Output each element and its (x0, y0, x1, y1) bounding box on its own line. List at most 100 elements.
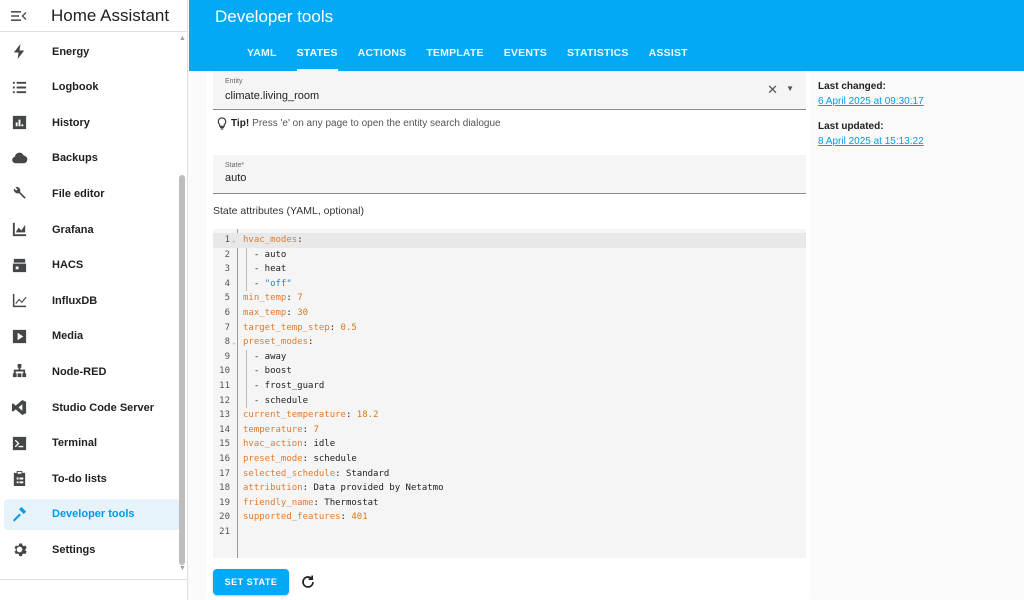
fold-chevron-icon[interactable]: ⌄ (232, 234, 236, 249)
cog-icon (4, 541, 34, 558)
code-token: 7 (313, 424, 319, 435)
line-number: 1 (224, 235, 230, 245)
sidebar-item-settings[interactable]: Settings (4, 534, 180, 565)
scroll-down-arrow[interactable]: ▼ (179, 565, 186, 572)
sidebar-header: Home Assistant (0, 0, 187, 32)
set-state-button[interactable]: SET STATE (213, 569, 289, 595)
lightbulb-icon (217, 117, 227, 130)
sidebar-item-label: Grafana (52, 223, 94, 236)
code-line: 17 selected_schedule: Standard (213, 467, 806, 482)
code-line: 10 - boost (213, 364, 806, 379)
tab-events[interactable]: EVENTS (504, 44, 547, 71)
tab-template[interactable]: TEMPLATE (426, 44, 483, 71)
action-row: SET STATE (213, 569, 316, 595)
yaml-editor[interactable]: 1 ⌄ hvac_modes: 2 - auto 3 - heat 4 - "off" 5 m… (213, 229, 806, 558)
code-text: current_temperature: 18.2 (243, 408, 378, 423)
sidebar-item-history[interactable]: History (4, 107, 180, 138)
code-text: hvac_action: idle (243, 437, 335, 452)
sidebar-item-label: Terminal (52, 437, 98, 450)
last-changed-link[interactable]: 6 April 2025 at 09:30:17 (818, 96, 924, 107)
last-changed-block: Last changed: 6 April 2025 at 09:30:17 (818, 81, 924, 107)
code-token: : idle (302, 439, 336, 450)
code-line: 13 current_temperature: 18.2 (213, 408, 806, 423)
code-text: target_temp_step: 0.5 (243, 321, 357, 336)
code-token: temperature (243, 424, 303, 435)
code-token: : (340, 512, 352, 523)
tab-statistics[interactable]: STATISTICS (567, 44, 629, 71)
code-token: 18.2 (356, 410, 379, 421)
sidebar-item-label: Studio Code Server (52, 401, 155, 414)
code-token: preset_modes (243, 337, 309, 348)
sidebar-item-label: Media (52, 330, 84, 343)
sidebar-item-media[interactable]: Media (4, 321, 180, 352)
entity-value[interactable]: climate.living_room (225, 90, 319, 102)
line-number: 8 (224, 337, 230, 348)
code-text: min_temp: 7 (243, 291, 303, 306)
sidebar-item-label: Energy (52, 45, 90, 58)
tip-row: Tip! Press 'e' on any page to open the e… (216, 117, 501, 130)
code-token: selected_schedule (243, 468, 336, 479)
code-token: - schedule (243, 395, 309, 406)
sidebar-item-label: HACS (52, 259, 84, 272)
state-value[interactable]: auto (225, 172, 246, 184)
cloud-icon (4, 150, 34, 167)
sidebar-item-to-do-lists[interactable]: To-do lists (4, 463, 180, 494)
sidebar-item-developer-tools[interactable]: Developer tools (4, 498, 180, 530)
sidebar-item-label: File editor (52, 187, 105, 200)
code-line: 16 preset_mode: schedule (213, 452, 806, 467)
chart-areaspline-icon (4, 221, 34, 238)
dropdown-arrow-icon[interactable]: ▼ (786, 84, 794, 93)
sidebar-item-influxdb[interactable]: InfluxDB (4, 285, 180, 316)
line-number: 18 (219, 483, 230, 494)
vscode-icon (4, 399, 34, 416)
tab-states[interactable]: STATES (296, 44, 338, 71)
sidebar-item-node-red[interactable]: Node-RED (4, 356, 180, 387)
line-number: 13 (219, 410, 230, 421)
refresh-icon[interactable] (300, 574, 316, 590)
entity-picker[interactable]: Entity climate.living_room ✕ ▼ (213, 71, 806, 110)
code-line: 20 supported_features: 401 (213, 510, 806, 525)
clipboard-list-icon (4, 470, 34, 487)
sidebar-item-label: History (52, 116, 90, 129)
attributes-label: State attributes (YAML, optional) (213, 205, 364, 217)
code-text: - "off" (243, 277, 292, 292)
sidebar-item-terminal[interactable]: Terminal (4, 428, 180, 459)
sidebar-item-backups[interactable]: Backups (4, 143, 180, 174)
sidebar-item-hacs[interactable]: HACS (4, 250, 180, 281)
tab-yaml[interactable]: YAML (247, 44, 277, 71)
fold-chevron-icon[interactable]: ⌄ (232, 336, 236, 351)
sidebar-item-file-editor[interactable]: File editor (4, 178, 180, 209)
code-token: : (308, 337, 314, 348)
code-line: 1 ⌄ hvac_modes: (213, 233, 806, 248)
menu-collapse-icon[interactable] (0, 9, 38, 23)
sidebar-scrollbar[interactable] (179, 175, 185, 565)
chart-box-icon (4, 114, 34, 131)
sidebar: Home Assistant Energy Logbook History Backu… (0, 0, 188, 600)
scroll-up-arrow[interactable]: ▲ (179, 35, 186, 42)
code-token: : Data provided by Netatmo (302, 483, 444, 494)
code-text: selected_schedule: Standard (243, 467, 389, 482)
line-number: 4 (224, 278, 230, 289)
code-line: 7 target_temp_step: 0.5 (213, 321, 806, 336)
sidebar-item-studio-code-server[interactable]: Studio Code Server (4, 392, 180, 423)
code-token: hvac_action (243, 439, 303, 450)
tab-assist[interactable]: ASSIST (649, 44, 688, 71)
state-field[interactable]: State* auto (213, 155, 806, 194)
line-number: 14 (219, 424, 230, 435)
console-icon (4, 435, 34, 452)
sidebar-item-logbook[interactable]: Logbook (4, 72, 180, 103)
state-label: State* (225, 162, 245, 169)
code-token: : (345, 410, 357, 421)
code-line: 3 - heat (213, 262, 806, 277)
tab-actions[interactable]: ACTIONS (358, 44, 407, 71)
sidebar-item-energy[interactable]: Energy (4, 36, 180, 67)
code-text: - heat (243, 262, 287, 277)
tip-text: Press 'e' on any page to open the entity… (252, 118, 501, 129)
hacs-icon (4, 257, 34, 274)
last-updated-block: Last updated: 8 April 2025 at 15:13:22 (818, 121, 924, 147)
code-token: target_temp_step (243, 322, 330, 333)
clear-icon[interactable]: ✕ (767, 82, 778, 98)
last-updated-link[interactable]: 8 April 2025 at 15:13:22 (818, 136, 924, 147)
sidebar-item-grafana[interactable]: Grafana (4, 214, 180, 245)
code-line: 5 min_temp: 7 (213, 291, 806, 306)
